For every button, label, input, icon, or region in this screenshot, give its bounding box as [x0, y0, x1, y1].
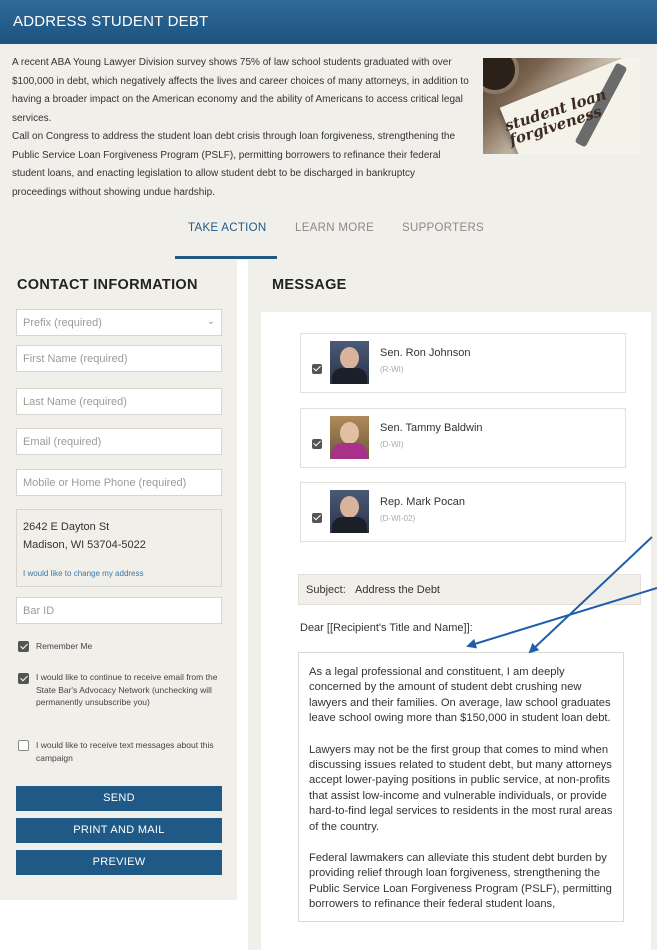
chevron-down-icon: ⌄ — [206, 316, 215, 327]
address-line-2: Madison, WI 53704-5022 — [23, 539, 146, 551]
recipient-checkbox[interactable] — [312, 364, 322, 374]
print-and-mail-button[interactable]: PRINT AND MAIL — [16, 818, 222, 843]
page-title: ADDRESS STUDENT DEBT — [13, 13, 209, 30]
recipient-name: Sen. Ron Johnson — [380, 347, 471, 359]
coffee-cup-graphic — [483, 58, 519, 94]
recipient-party: (D-WI-02) — [380, 514, 416, 523]
body-paragraph-3: Federal lawmakers can alleviate this stu… — [309, 852, 612, 911]
subject-value: Address the Debt — [355, 584, 440, 596]
prefix-placeholder: Prefix (required) — [23, 317, 102, 329]
intro-text: A recent ABA Young Lawyer Division surve… — [12, 54, 472, 202]
last-name-field[interactable]: Last Name (required) — [16, 388, 222, 415]
change-address-link[interactable]: I would like to change my address — [23, 569, 144, 578]
remember-me-checkbox[interactable] — [18, 641, 29, 652]
first-name-field[interactable]: First Name (required) — [16, 345, 222, 372]
greeting: Dear [[Recipient's Title and Name]]: — [300, 622, 473, 634]
preview-button[interactable]: PREVIEW — [16, 850, 222, 875]
recipient-card[interactable]: Sen. Tammy Baldwin (D-WI) — [300, 408, 626, 468]
bar-id-field[interactable]: Bar ID — [16, 597, 222, 624]
body-paragraph-1: As a legal professional and constituent,… — [309, 666, 611, 725]
recipient-photo — [330, 341, 369, 384]
email-field[interactable]: Email (required) — [16, 428, 222, 455]
subject-label: Subject: — [306, 584, 346, 596]
message-panel: MESSAGE Sen. Ron Johnson (R-WI) Sen. Tam… — [248, 260, 657, 950]
recipient-photo — [330, 416, 369, 459]
tab-learn-more[interactable]: LEARN MORE — [295, 222, 374, 234]
message-body-textarea[interactable]: As a legal professional and constituent,… — [298, 652, 624, 922]
message-body-text: As a legal professional and constituent,… — [309, 665, 617, 929]
recipient-party: (D-WI) — [380, 440, 404, 449]
contact-heading: CONTACT INFORMATION — [17, 277, 198, 293]
recipient-name: Rep. Mark Pocan — [380, 496, 465, 508]
student-loan-image: student loan forgiveness — [483, 58, 640, 154]
recipient-card[interactable]: Sen. Ron Johnson (R-WI) — [300, 333, 626, 393]
body-paragraph-2: Lawyers may not be the first group that … — [309, 743, 613, 833]
recipient-party: (R-WI) — [380, 365, 404, 374]
text-optin-checkbox[interactable] — [18, 740, 29, 751]
send-button[interactable]: SEND — [16, 786, 222, 811]
recipient-card[interactable]: Rep. Mark Pocan (D-WI-02) — [300, 482, 626, 542]
active-tab-underline — [175, 256, 277, 259]
recipient-checkbox[interactable] — [312, 513, 322, 523]
intro-paragraph-2: Call on Congress to address the student … — [12, 131, 456, 198]
address-box: 2642 E Dayton St Madison, WI 53704-5022 … — [16, 509, 222, 587]
message-content: Sen. Ron Johnson (R-WI) Sen. Tammy Baldw… — [261, 312, 651, 950]
remember-me-label: Remember Me — [36, 641, 93, 651]
recipient-checkbox[interactable] — [312, 439, 322, 449]
recipient-photo — [330, 490, 369, 533]
prefix-select[interactable]: Prefix (required) ⌄ — [16, 309, 222, 336]
tab-take-action[interactable]: TAKE ACTION — [188, 222, 267, 234]
email-optin-label: I would like to continue to receive emai… — [36, 672, 218, 707]
text-optin-label: I would like to receive text messages ab… — [36, 740, 214, 763]
page-header: ADDRESS STUDENT DEBT — [0, 0, 657, 44]
recipient-name: Sen. Tammy Baldwin — [380, 422, 483, 434]
address-line-1: 2642 E Dayton St — [23, 521, 110, 533]
address-text: 2642 E Dayton St Madison, WI 53704-5022 — [23, 518, 146, 554]
tab-bar: TAKE ACTION LEARN MORE SUPPORTERS — [0, 214, 657, 260]
subject-field[interactable]: Subject: Address the Debt — [298, 574, 641, 605]
message-heading: MESSAGE — [272, 277, 347, 293]
email-optin-checkbox[interactable] — [18, 673, 29, 684]
phone-field[interactable]: Mobile or Home Phone (required) — [16, 469, 222, 496]
intro-paragraph-1: A recent ABA Young Lawyer Division surve… — [12, 57, 469, 124]
tab-supporters[interactable]: SUPPORTERS — [402, 222, 484, 234]
